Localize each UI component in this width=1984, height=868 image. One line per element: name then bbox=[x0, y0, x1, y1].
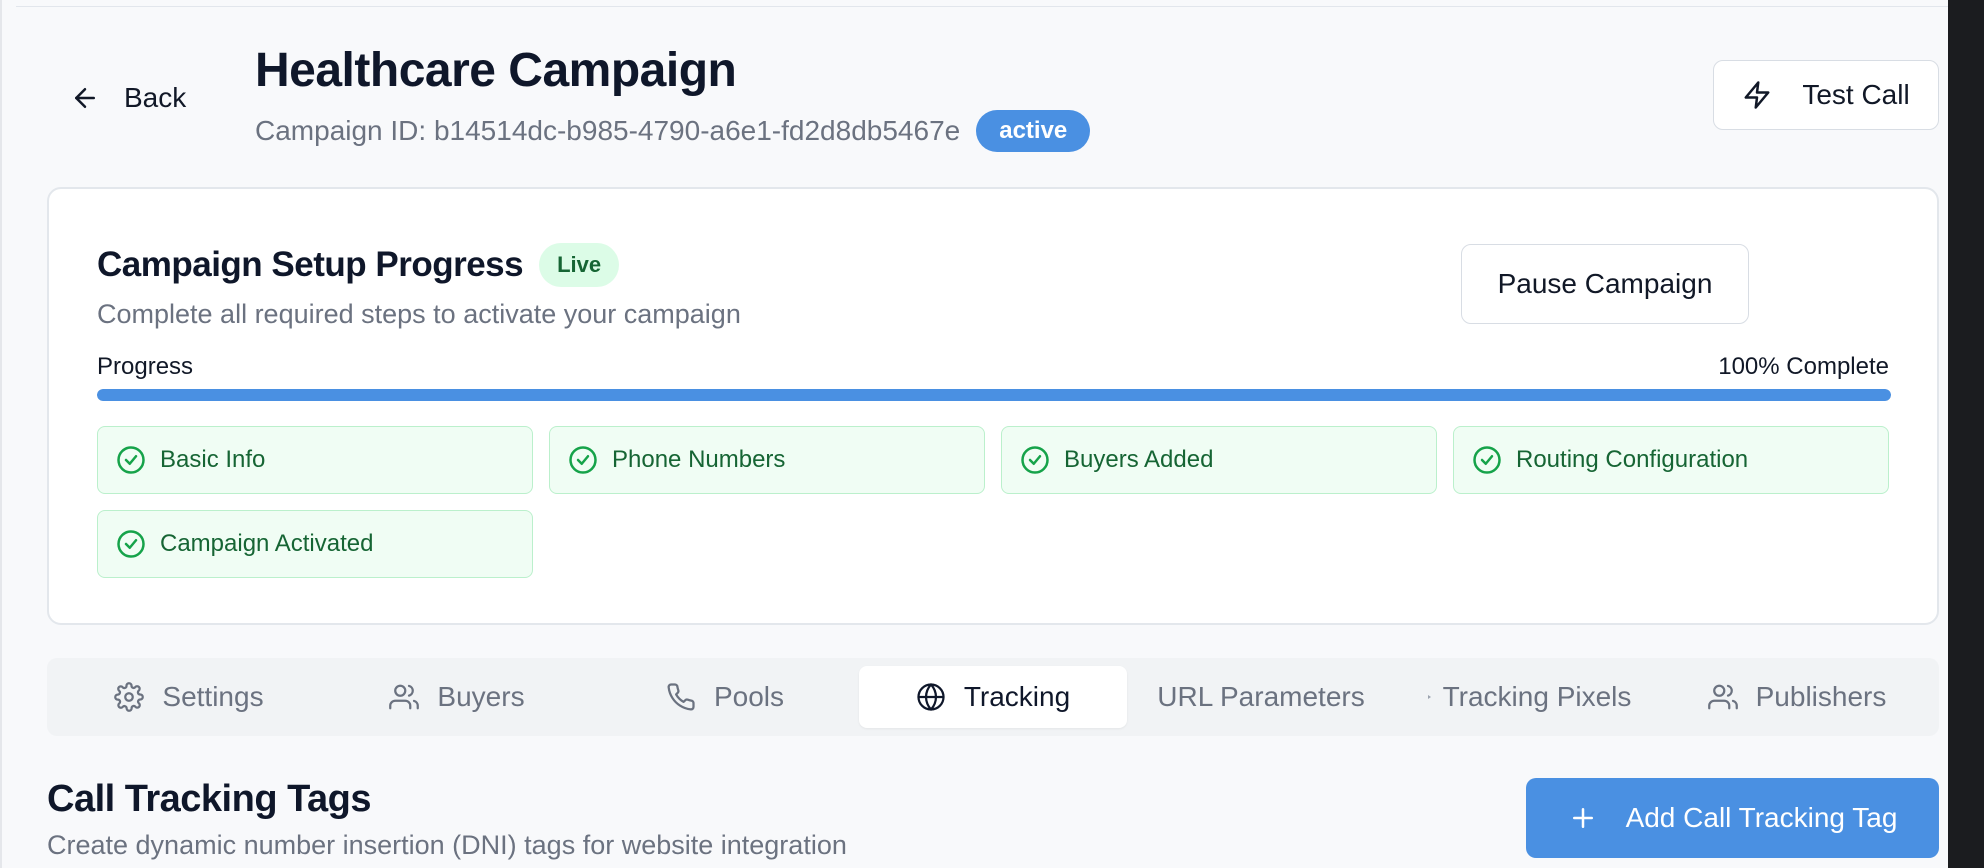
plus-icon bbox=[1572, 808, 1593, 828]
phone-icon bbox=[667, 683, 695, 711]
step-phone-numbers: Phone Numbers bbox=[549, 426, 985, 494]
arrow-left-icon bbox=[75, 88, 95, 108]
step-label: Routing Configuration bbox=[1516, 446, 1749, 473]
step-label: Buyers Added bbox=[1064, 446, 1214, 473]
add-tag-label: Add Call Tracking Tag bbox=[1625, 802, 1898, 833]
campaign-tabs: Settings Buyers Pools Tracking URL Param… bbox=[47, 658, 1939, 736]
progress-bar-fill bbox=[97, 389, 1891, 401]
step-label: Phone Numbers bbox=[612, 446, 786, 473]
tab-label: Tracking bbox=[963, 681, 1071, 712]
tab-settings[interactable]: Settings bbox=[55, 666, 323, 728]
users-icon bbox=[389, 684, 420, 710]
tab-label: Settings bbox=[162, 681, 264, 712]
test-call-label: Test Call bbox=[1802, 79, 1910, 110]
section-subtitle: Create dynamic number insertion (DNI) ta… bbox=[47, 830, 847, 860]
campaign-id: Campaign ID: b14514dc-b985-4790-a6e1-fd2… bbox=[255, 115, 961, 146]
progress-label: Progress bbox=[97, 353, 194, 380]
card-title: Campaign Setup Progress bbox=[97, 245, 524, 284]
tab-buyers[interactable]: Buyers bbox=[323, 666, 591, 728]
check-circle-icon bbox=[1473, 446, 1501, 474]
setup-progress-card: Campaign Setup Progress Live Complete al… bbox=[47, 187, 1939, 625]
add-call-tracking-tag-button[interactable]: Add Call Tracking Tag bbox=[1526, 778, 1939, 858]
globe-icon bbox=[917, 683, 945, 711]
step-buyers-added: Buyers Added bbox=[1001, 426, 1437, 494]
live-badge: Live bbox=[539, 243, 620, 287]
check-circle-icon bbox=[569, 446, 597, 474]
lightning-icon bbox=[1744, 81, 1770, 109]
pause-campaign-button[interactable]: Pause Campaign bbox=[1461, 244, 1749, 324]
tab-label: Publishers bbox=[1755, 681, 1887, 712]
check-circle-icon bbox=[117, 446, 145, 474]
step-label: Basic Info bbox=[160, 446, 266, 473]
gear-icon bbox=[114, 682, 145, 712]
back-button[interactable]: Back bbox=[70, 76, 186, 120]
tab-url-parameters[interactable]: URL Parameters bbox=[1127, 666, 1395, 728]
tab-pools[interactable]: Pools bbox=[591, 666, 859, 728]
window-edge bbox=[1948, 0, 1984, 868]
tab-tracking[interactable]: Tracking bbox=[859, 666, 1127, 728]
tab-label: Tracking Pixels bbox=[1442, 681, 1632, 712]
progress-value: 100% Complete bbox=[1718, 353, 1889, 380]
setup-steps: Basic Info Phone Numbers Buyers Added Ro… bbox=[97, 426, 1891, 578]
campaign-meta: Campaign ID: b14514dc-b985-4790-a6e1-fd2… bbox=[255, 110, 1091, 152]
app-frame: Back Healthcare Campaign Campaign ID: b1… bbox=[0, 0, 1950, 868]
check-circle-icon bbox=[1021, 446, 1049, 474]
check-circle-icon bbox=[117, 530, 145, 558]
status-badge: active bbox=[976, 110, 1091, 152]
back-label: Back bbox=[124, 82, 187, 113]
tab-publishers[interactable]: Publishers bbox=[1663, 666, 1931, 728]
test-call-button[interactable]: Test Call bbox=[1713, 60, 1939, 130]
step-routing-configuration: Routing Configuration bbox=[1453, 426, 1889, 494]
page-title: Healthcare Campaign bbox=[255, 44, 737, 97]
tab-tracking-pixels[interactable]: Tracking Pixels bbox=[1395, 666, 1663, 728]
card-subtitle: Complete all required steps to activate … bbox=[97, 299, 741, 329]
card-title-row: Campaign Setup Progress Live bbox=[97, 243, 620, 287]
dot-icon bbox=[1427, 695, 1431, 699]
users-icon bbox=[1707, 684, 1738, 710]
step-basic-info: Basic Info bbox=[97, 426, 533, 494]
step-campaign-activated: Campaign Activated bbox=[97, 510, 533, 578]
tab-label: URL Parameters bbox=[1157, 681, 1365, 712]
tab-label: Buyers bbox=[437, 681, 525, 712]
tab-label: Pools bbox=[713, 681, 785, 712]
top-divider bbox=[16, 6, 1950, 7]
step-label: Campaign Activated bbox=[160, 530, 374, 557]
section-title: Call Tracking Tags bbox=[47, 778, 371, 820]
progress-bar bbox=[97, 389, 1891, 401]
